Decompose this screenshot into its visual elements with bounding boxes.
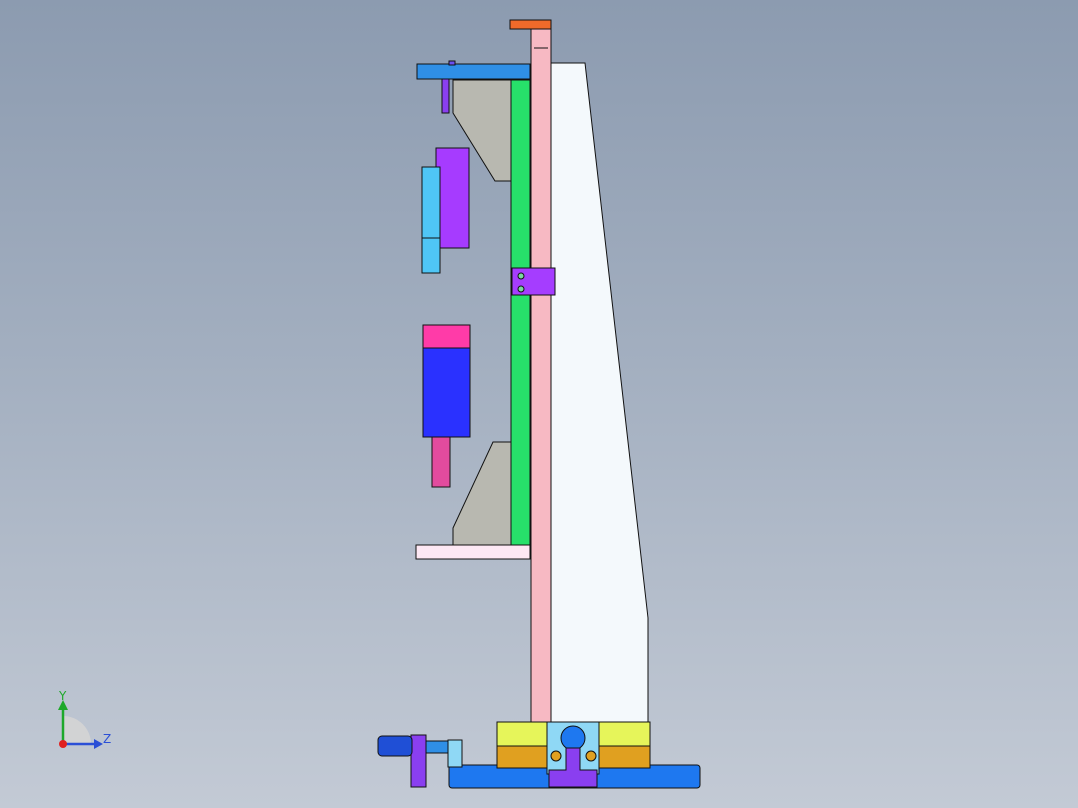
top-arm[interactable] <box>416 63 531 80</box>
pink-rod[interactable] <box>431 436 451 488</box>
view-triad <box>58 700 103 749</box>
handle-knob[interactable] <box>377 735 413 757</box>
assembly-model[interactable] <box>0 0 1078 808</box>
purple-block[interactable] <box>435 147 470 249</box>
hub-shaft[interactable] <box>560 725 586 751</box>
top-stop[interactable] <box>441 78 450 114</box>
bottom-arm[interactable] <box>415 544 531 560</box>
lower-bracket[interactable] <box>452 441 512 546</box>
back-gusset-plate[interactable] <box>550 62 649 739</box>
triad-z-label: Z <box>103 732 112 746</box>
blue-motor[interactable] <box>422 347 471 438</box>
handle-lever[interactable] <box>410 734 427 788</box>
cyan-block[interactable] <box>421 166 441 274</box>
vertical-column[interactable] <box>530 27 552 741</box>
triad-y-label: Y <box>59 689 67 703</box>
green-rail[interactable] <box>510 79 531 546</box>
magenta-cap[interactable] <box>422 324 471 349</box>
top-cap[interactable] <box>509 19 552 30</box>
cad-viewport[interactable]: Y Z <box>0 0 1078 808</box>
